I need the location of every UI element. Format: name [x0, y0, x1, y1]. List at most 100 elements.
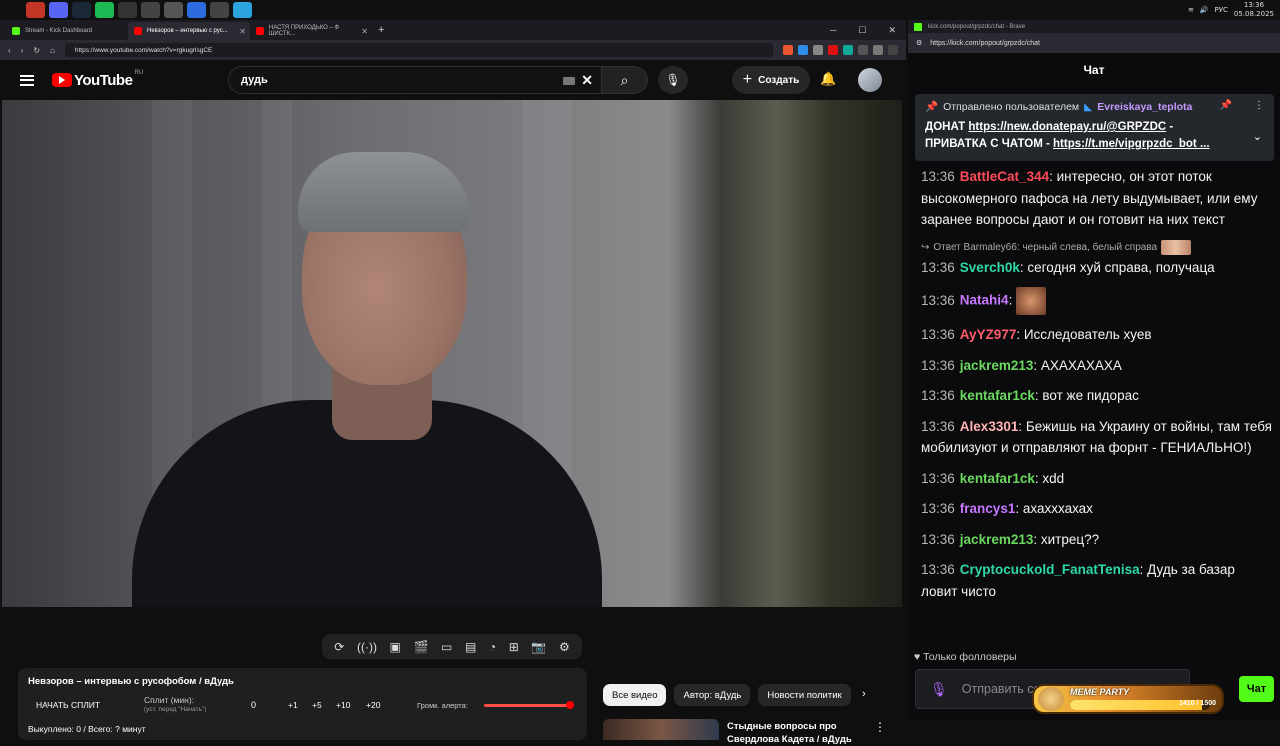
message-username[interactable]: Sverch0k — [960, 260, 1020, 275]
recommended-thumbnail[interactable] — [603, 719, 719, 740]
message-username[interactable]: jackrem213 — [960, 358, 1034, 373]
extension-icon[interactable] — [828, 45, 838, 55]
telegram-icon[interactable] — [233, 2, 252, 18]
menu-icon[interactable] — [20, 74, 34, 86]
steam-icon[interactable] — [72, 2, 91, 18]
increment-button[interactable]: +5 — [312, 700, 322, 710]
message-username[interactable]: kentafar1ck — [960, 471, 1035, 486]
minimize-icon[interactable]: ─ — [830, 25, 836, 36]
pinned-user[interactable]: Evreiskaya_teplota — [1097, 101, 1192, 113]
create-button[interactable]: + Создать — [732, 66, 810, 94]
close-window-icon[interactable]: ✕ — [888, 25, 896, 36]
message-username[interactable]: kentafar1ck — [960, 388, 1035, 403]
menu-icon[interactable] — [888, 45, 898, 55]
extension-icon[interactable] — [813, 45, 823, 55]
unpin-icon[interactable]: 📌 — [1220, 100, 1232, 111]
more-options-icon[interactable]: ⋮ — [874, 720, 886, 734]
more-options-icon[interactable]: ⋮ — [1254, 100, 1264, 111]
volume-icon[interactable]: 🔊 — [1200, 6, 1209, 14]
app-icon[interactable] — [187, 2, 206, 18]
start-split-button[interactable]: НАЧАТЬ СПЛИТ — [36, 700, 100, 710]
keyboard-icon[interactable] — [563, 77, 575, 85]
message-username[interactable]: jackrem213 — [960, 532, 1034, 547]
extension-icon[interactable] — [843, 45, 853, 55]
voice-search-button[interactable]: 🎙 — [658, 66, 688, 94]
split-count[interactable]: 0 — [251, 700, 256, 710]
app-icon[interactable] — [164, 2, 183, 18]
message-username[interactable]: Cryptocuckold_FanatTenisa — [960, 562, 1140, 577]
firefox-icon[interactable] — [26, 2, 45, 18]
browser-tab-youtube[interactable]: Невзоров – интервью с рус... ✕ — [128, 22, 250, 40]
clear-search-icon[interactable]: ✕ — [581, 72, 593, 89]
chevron-right-icon[interactable]: › — [862, 688, 866, 700]
clapper-icon[interactable]: 🎬 — [413, 640, 428, 654]
chat-message: 13:36 francys1: ахахххахах — [921, 498, 1273, 520]
message-username[interactable]: francys1 — [960, 501, 1016, 516]
reply-context[interactable]: ↪ Ответ Barmaley66: черный слева, белый с… — [921, 239, 1273, 255]
chip-author[interactable]: Автор: вДудь — [674, 684, 751, 706]
reload-icon[interactable]: ↻ — [33, 46, 40, 55]
spotify-icon[interactable] — [95, 2, 114, 18]
discord-icon[interactable] — [49, 2, 68, 18]
message-username[interactable]: Natahi4 — [960, 293, 1009, 308]
extension-icon[interactable] — [783, 45, 793, 55]
increment-button[interactable]: +1 — [288, 700, 298, 710]
search-button[interactable]: ⌕ — [602, 66, 648, 94]
filmstrip-icon[interactable]: ▤ — [465, 640, 476, 654]
close-tab-icon[interactable]: ✕ — [239, 27, 246, 36]
increment-button[interactable]: +10 — [336, 700, 350, 710]
video-player[interactable] — [2, 100, 902, 607]
message-time: 13:36 — [921, 418, 955, 434]
search-input[interactable]: дудь ✕ — [228, 66, 602, 94]
message-username[interactable]: BattleCat_344 — [960, 169, 1049, 184]
home-icon[interactable]: ⌂ — [50, 46, 55, 55]
close-tab-icon[interactable]: ✕ — [361, 27, 368, 36]
clock[interactable]: 13:36 05.08.2025 — [1234, 1, 1274, 19]
notifications-bell-icon[interactable]: 🔔 — [820, 71, 836, 87]
youtube-favicon-icon — [134, 27, 142, 35]
broadcast-icon[interactable]: ((·)) — [357, 640, 377, 654]
obs-icon[interactable] — [118, 2, 137, 18]
wifi-icon[interactable]: ≋ — [1188, 6, 1194, 14]
message-username[interactable]: Alex3301 — [960, 419, 1019, 434]
chevron-down-icon[interactable]: ⌄ — [1253, 130, 1262, 143]
maximize-icon[interactable]: ☐ — [858, 25, 866, 36]
chip-news[interactable]: Новости политик — [758, 684, 851, 706]
microphone-icon[interactable]: 🎙 — [930, 681, 948, 698]
avatar[interactable] — [858, 68, 882, 92]
frame-icon[interactable]: ▭ — [441, 640, 452, 654]
browser-tab-kick[interactable]: Stream - Kick Dashboard — [6, 22, 128, 40]
increment-button[interactable]: +20 — [366, 700, 380, 710]
browser-tab-youtube-2[interactable]: НАСТЯ ПРИХОДЬКО – Ф ШИСТК... ✕ — [250, 22, 372, 40]
extension-icon[interactable] — [873, 45, 883, 55]
message-username[interactable]: AyYZ977 — [960, 327, 1017, 342]
app-icon[interactable] — [210, 2, 229, 18]
player-extension-toolbar: ⟳ ((·)) ▣ 🎬 ▭ ▤ ◔ ⊞ 📷 ⚙ — [322, 634, 582, 659]
language-indicator[interactable]: РУС — [1215, 6, 1228, 14]
chat-address-bar[interactable]: ⚙ https://kick.com/popout/grpzdc/chat — [908, 33, 1280, 53]
forward-icon[interactable]: › — [21, 46, 24, 55]
donate-link[interactable]: https://new.donatepay.ru/@GRPZDC — [968, 121, 1166, 133]
send-chat-button[interactable]: Чат — [1239, 676, 1274, 702]
gear-icon[interactable]: ⚙ — [559, 640, 570, 654]
speed-icon[interactable]: ◔ — [489, 640, 496, 654]
screenshot-icon[interactable]: 📷 — [531, 640, 546, 654]
extension-icon[interactable] — [858, 45, 868, 55]
message-colon: : — [1049, 169, 1057, 184]
back-icon[interactable]: ‹ — [8, 46, 11, 55]
youtube-header: YouTube RU дудь ✕ ⌕ 🎙 + Создать 🔔 — [0, 60, 906, 100]
private-chat-link[interactable]: https://t.me/vipgrpzdc_bot ... — [1053, 138, 1210, 150]
add-clip-icon[interactable]: ⊞ — [509, 640, 519, 654]
alert-volume-slider[interactable] — [484, 701, 574, 709]
url-field[interactable]: https://www.youtube.com/watch?v=rgkugrls… — [64, 43, 773, 57]
chip-all-videos[interactable]: Все видео — [603, 684, 667, 706]
new-tab-icon[interactable]: + — [378, 24, 384, 36]
recommended-title[interactable]: Стыдные вопросы про Свердлова Кадета / в… — [727, 720, 857, 746]
app-icon[interactable] — [141, 2, 160, 18]
slider-knob[interactable] — [566, 701, 574, 709]
extension-icon[interactable] — [798, 45, 808, 55]
loop-icon[interactable]: ⟳ — [334, 640, 344, 654]
video-settings-icon[interactable]: ▣ — [390, 640, 401, 654]
tune-icon[interactable]: ⚙ — [916, 39, 922, 47]
youtube-logo[interactable]: YouTube RU — [52, 70, 143, 89]
